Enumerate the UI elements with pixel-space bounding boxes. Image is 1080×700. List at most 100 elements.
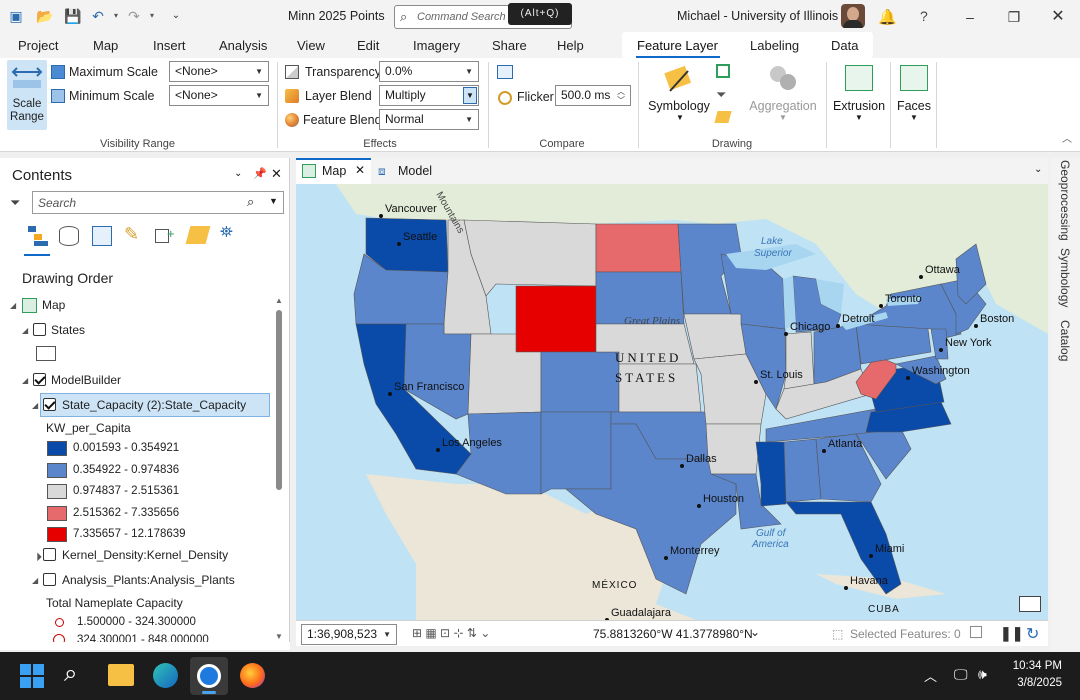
state-mississippi[interactable] xyxy=(755,441,787,507)
close-button[interactable]: ✕ xyxy=(1044,6,1072,28)
list-by-editing-icon[interactable]: ✎ xyxy=(124,224,139,245)
contents-search-input[interactable]: Search ⌕ ▼ xyxy=(32,191,284,214)
tree-item-modelbuilder[interactable]: ModelBuilder xyxy=(51,373,121,387)
redo-dropdown-icon[interactable]: ▾ xyxy=(144,8,160,24)
transparency-dropdown[interactable]: 0.0% ▼ xyxy=(379,61,479,82)
expand-kernel-icon[interactable]: ◢ xyxy=(32,551,43,562)
edge-browser-icon[interactable] xyxy=(153,663,178,688)
list-by-data-source-icon[interactable] xyxy=(59,226,79,246)
notifications-bell-icon[interactable]: 🔔 xyxy=(878,8,897,26)
tab-map[interactable]: Map xyxy=(93,37,118,57)
undo-icon[interactable]: ↶ xyxy=(90,8,106,24)
show-hidden-icons-icon[interactable]: ︿ xyxy=(924,666,937,685)
tab-imagery[interactable]: Imagery xyxy=(413,37,460,57)
expand-map-icon[interactable]: ◢ xyxy=(10,301,16,310)
state-colorado[interactable] xyxy=(540,351,620,413)
legend-swatch[interactable] xyxy=(47,505,67,521)
tree-item-state-capacity[interactable]: State_Capacity (2):State_Capacity xyxy=(62,398,246,412)
filter-icon[interactable]: ⏷ xyxy=(10,195,20,211)
layer-blend-dropdown[interactable]: Multiply ▼ xyxy=(379,85,479,106)
tab-model[interactable]: Model xyxy=(398,164,432,178)
contents-scrollbar[interactable]: ▲ ▼ xyxy=(274,296,284,642)
scale-dropdown[interactable]: 1:36,908,523 ▼ xyxy=(301,624,397,645)
aggregation-button[interactable]: Aggregation ▼ xyxy=(746,61,820,127)
list-by-selection-icon[interactable] xyxy=(92,226,112,246)
help-icon[interactable]: ? xyxy=(920,8,928,24)
collapse-ribbon-icon[interactable]: ︿ xyxy=(1062,130,1072,145)
refresh-icon[interactable]: ↻ xyxy=(1026,624,1039,644)
feature-blend-dropdown[interactable]: Normal ▼ xyxy=(379,109,479,130)
pause-drawing-icon[interactable]: ❚❚ xyxy=(1000,625,1023,642)
plants-visibility-checkbox[interactable] xyxy=(43,573,56,586)
tree-item-states[interactable]: States xyxy=(51,323,85,337)
list-by-snapping-icon[interactable]: + xyxy=(155,226,175,246)
expand-states-icon[interactable]: ◢ xyxy=(22,326,28,335)
maximum-scale-dropdown[interactable]: <None> ▼ xyxy=(169,61,269,82)
close-map-tab-icon[interactable]: ✕ xyxy=(355,163,365,177)
tab-analysis[interactable]: Analysis xyxy=(219,37,267,57)
map-notes-icon[interactable] xyxy=(1019,596,1041,612)
scroll-down-icon[interactable]: ▼ xyxy=(275,632,283,641)
faces-button[interactable]: Faces ▼ xyxy=(894,61,934,127)
modelbuilder-visibility-checkbox[interactable] xyxy=(33,373,46,386)
legend-swatch[interactable] xyxy=(47,484,67,499)
tab-view[interactable]: View xyxy=(297,37,325,57)
tab-catalog[interactable]: Catalog xyxy=(1058,320,1072,361)
tab-project[interactable]: Project xyxy=(18,37,58,57)
tab-edit[interactable]: Edit xyxy=(357,37,379,57)
expand-plants-icon[interactable]: ◢ xyxy=(32,576,38,585)
filter-icon[interactable]: ⏷ xyxy=(716,87,726,103)
symbology-button[interactable]: Symbology ▼ xyxy=(647,61,711,127)
list-by-drawing-order-icon[interactable] xyxy=(28,226,48,246)
tab-feature-layer[interactable]: Feature Layer xyxy=(637,37,718,57)
restore-button[interactable]: ❐ xyxy=(1000,6,1028,28)
tab-symbology[interactable]: Symbology xyxy=(1058,248,1072,307)
network-icon[interactable]: 🖵 xyxy=(954,666,968,683)
open-project-icon[interactable]: 📂 xyxy=(36,8,53,24)
pin-icon[interactable]: 📌 xyxy=(253,167,267,180)
volume-icon[interactable]: 🕪 xyxy=(978,666,987,683)
legend-swatch[interactable] xyxy=(47,527,67,542)
arcgis-pro-taskbar-button[interactable] xyxy=(190,657,228,695)
tree-item-kernel-density[interactable]: Kernel_Density:Kernel_Density xyxy=(62,548,228,562)
list-by-perspective-icon[interactable]: ⛯ xyxy=(220,224,233,242)
flicker-input[interactable]: 500.0 ms ︿ ﹀ xyxy=(555,85,631,106)
tab-insert[interactable]: Insert xyxy=(153,37,186,57)
user-name[interactable]: Michael - University of Illinois xyxy=(677,9,838,23)
state-new-mexico[interactable] xyxy=(540,411,612,495)
tab-share[interactable]: Share xyxy=(492,37,527,57)
expand-state-capacity-icon[interactable]: ◢ xyxy=(32,401,38,410)
spinner-icon[interactable]: ︿ ﹀ xyxy=(617,87,625,105)
grid-tools-icon[interactable]: ⊞ ▦ ⊡ ⊹ ⇅ ⌄ xyxy=(412,626,490,640)
tab-labeling[interactable]: Labeling xyxy=(750,37,799,57)
tab-help[interactable]: Help xyxy=(557,37,584,57)
kernel-visibility-checkbox[interactable] xyxy=(43,548,56,561)
tab-geoprocessing[interactable]: Geoprocessing xyxy=(1058,160,1072,241)
state-capacity-visibility-checkbox[interactable] xyxy=(43,398,56,411)
extrusion-button[interactable]: Extrusion ▼ xyxy=(831,61,887,127)
windows-start-icon[interactable] xyxy=(20,664,44,688)
list-by-labeling-icon[interactable] xyxy=(185,226,211,244)
close-pane-icon[interactable]: ✕ xyxy=(271,166,282,182)
taskbar-date[interactable]: 3/8/2025 xyxy=(1008,677,1062,689)
file-explorer-icon[interactable] xyxy=(108,664,134,686)
firefox-icon[interactable] xyxy=(240,663,265,688)
tab-data[interactable]: Data xyxy=(831,37,858,57)
scroll-up-icon[interactable]: ▲ xyxy=(275,296,283,305)
refresh-view-icon[interactable] xyxy=(970,626,982,638)
scale-range-button[interactable]: Scale Range xyxy=(7,60,47,130)
state-montana[interactable] xyxy=(463,219,597,297)
map-view[interactable]: UNITED STATES Great Plains Lake Superior… xyxy=(296,184,1048,620)
swipe-icon[interactable] xyxy=(497,65,513,79)
selected-features-count[interactable]: Selected Features: 0 xyxy=(850,627,961,641)
redo-icon[interactable]: ↷ xyxy=(126,8,142,24)
state-alabama[interactable] xyxy=(783,438,822,503)
select-icon[interactable]: ⬚ xyxy=(832,627,843,641)
pane-options-icon[interactable]: ⌄ xyxy=(234,168,242,179)
state-iowa[interactable] xyxy=(683,313,747,360)
state-washington[interactable] xyxy=(365,217,449,273)
customize-toolbar-icon[interactable]: ⌄ xyxy=(168,8,184,24)
state-arkansas[interactable] xyxy=(705,423,762,475)
state-wyoming[interactable] xyxy=(515,285,597,353)
states-visibility-checkbox[interactable] xyxy=(33,323,46,336)
